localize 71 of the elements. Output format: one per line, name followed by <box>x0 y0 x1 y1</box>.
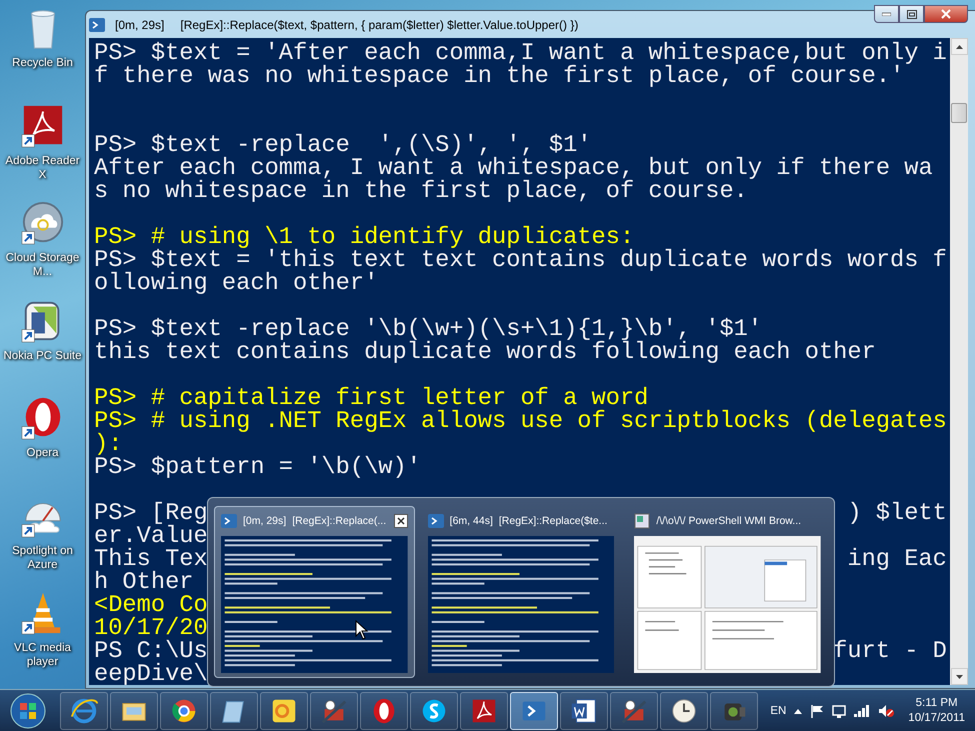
console-line: ing Eac <box>847 548 947 571</box>
up-arrow-icon <box>956 44 962 48</box>
close-button[interactable] <box>394 514 408 528</box>
powershell-icon <box>428 514 444 528</box>
console-line: er.Value <box>94 525 208 548</box>
elapsed-time: [6m, 44s] <box>450 515 493 527</box>
muted-speaker-icon[interactable] <box>878 704 894 718</box>
console-line: PS> $pattern = '\b(\w)' <box>94 456 421 479</box>
console-line: h Other <box>94 571 194 594</box>
desktop-icon-label[interactable]: Opera <box>2 446 84 460</box>
console-line: PS> $text -replace ',(\S)', ', $1' <box>94 134 592 157</box>
console-line: After each comma, I want a whitespace, but only if there wa <box>94 157 933 180</box>
app-icon <box>634 513 650 529</box>
console-line: s no whitespace in the first place, of course. <box>94 180 748 203</box>
thumbnail-title: [RegEx]::Replace(... <box>292 515 386 527</box>
console-line: <Demo Co <box>94 594 208 617</box>
powershell-icon <box>221 514 237 528</box>
cloud-icon <box>20 201 66 246</box>
window-title: [RegEx]::Replace($text, $pattern, { param($letter) $letter.Value.toUpper() }) <box>180 18 578 32</box>
powershell-icon <box>89 18 105 32</box>
console-line: PS C:\Us <box>94 640 208 663</box>
console-line: PS> # capitalize first letter of a word <box>94 387 648 410</box>
desktop-icon-label[interactable]: Cloud Storage M... <box>2 251 84 280</box>
window-thumbnail-card[interactable]: [0m, 29s] [RegEx]::Replace(... <box>214 506 415 678</box>
clock-date[interactable]: 10/17/2011 <box>908 711 965 726</box>
desktop-icon-label[interactable]: Recycle Bin <box>2 56 84 70</box>
minimize-button[interactable] <box>874 5 899 23</box>
browser-icon <box>69 696 99 726</box>
console-line: furt - D <box>833 640 947 663</box>
close-icon <box>941 9 951 19</box>
console-line: f there was no whitespace in the first place, of course.' <box>94 65 904 88</box>
windows-logo-icon <box>10 693 46 729</box>
console-line: PS> $text = 'After each comma,I want a whitespace,but only i <box>94 42 947 65</box>
console-line: eepDive\ <box>94 663 208 686</box>
console-line: PS> # using \1 to identify duplicates: <box>94 226 634 249</box>
console-line: PS> [Reg <box>94 502 208 525</box>
console-line: PS> $text = 'this text text contains duplicate words words f <box>94 249 947 272</box>
console-line: This Tex <box>94 548 208 571</box>
clock-time[interactable]: 5:11 PM <box>916 696 958 711</box>
desktop-icon-label[interactable]: Adobe Reader X <box>2 154 84 182</box>
console-line: PS> $text -replace '\b(\w+)(\s+\1){1,}\b', '$1' <box>94 318 762 341</box>
console-line: this text contains duplicate words following each other <box>94 341 876 364</box>
close-button[interactable] <box>924 5 968 23</box>
thumbnail-title: /\/\o\/\/ PowerShell WMI Brow... <box>656 515 802 527</box>
caret-icon[interactable] <box>794 708 802 714</box>
console-line: ollowing each other' <box>94 272 378 295</box>
language-indicator[interactable]: EN <box>770 705 786 717</box>
close-icon <box>396 517 405 525</box>
desktop-icon-label[interactable]: VLC media player <box>2 641 84 670</box>
minimize-icon <box>882 12 891 16</box>
monitor-icon[interactable] <box>832 704 846 718</box>
console-line: ): <box>94 433 122 456</box>
desktop-icon-label[interactable]: Spotlight on Azure <box>2 544 84 572</box>
console-line: ) $lett <box>847 502 947 525</box>
down-arrow-icon <box>956 674 962 678</box>
maximize-button[interactable] <box>899 5 924 23</box>
thumbnail-title: [RegEx]::Replace($te... <box>498 515 608 527</box>
window-thumbnail-card[interactable]: [6m, 44s] [RegEx]::Replace($te... <box>420 506 622 678</box>
restore-icon <box>906 10 916 18</box>
window-thumbnail-card[interactable]: /\/\o\/\/ PowerShell WMI Brow... <box>627 506 828 678</box>
console-line: 10/17/20 <box>94 617 208 640</box>
scrollbar[interactable] <box>950 38 968 685</box>
scroll-thumb[interactable] <box>951 103 967 123</box>
desktop-icon-label[interactable]: Nokia PC Suite <box>2 348 84 363</box>
elapsed-time: [0m, 29s] <box>115 18 164 32</box>
start-button[interactable] <box>10 693 46 729</box>
cursor-icon <box>355 620 369 640</box>
console-line: PS> # using .NET RegEx allows use of scriptblocks (delegates <box>94 410 947 433</box>
elapsed-time: [0m, 29s] <box>243 515 286 527</box>
flag-icon[interactable] <box>810 704 824 718</box>
signal-icon[interactable] <box>854 705 870 717</box>
